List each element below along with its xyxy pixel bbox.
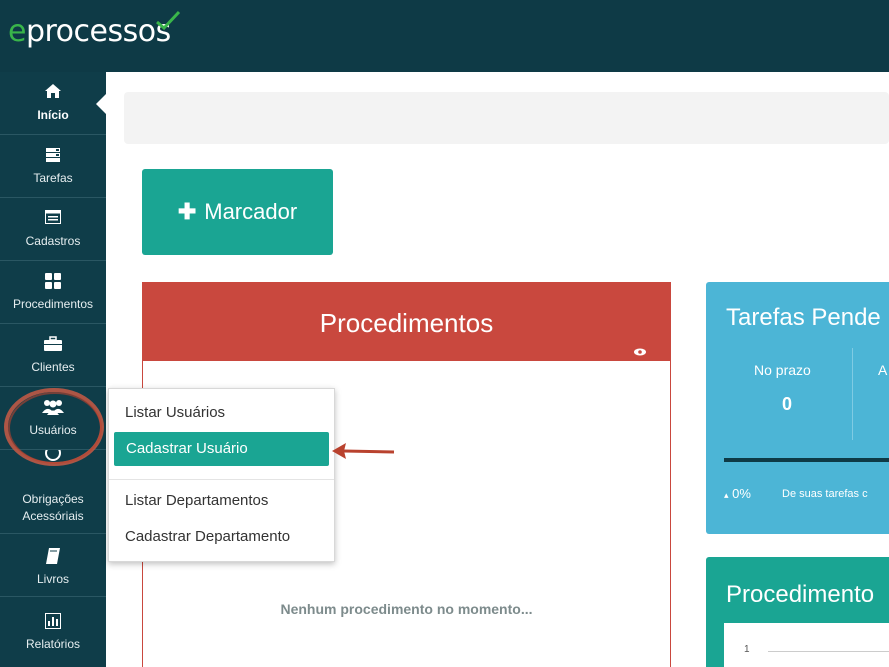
sidebar-item-label: Obrigações Acessóriais [22,492,84,523]
sidebar-item-inicio[interactable]: Início [0,72,106,135]
top-bar: eprocessos [0,0,889,72]
sidebar-item-label: Cadastros [25,234,81,248]
logo-prefix: e [8,14,26,49]
panel-header: Procedimentos [143,283,670,361]
sidebar-item-clientes[interactable]: Clientes [0,324,106,387]
procedimentos-chart-panel: Procedimento 1 [706,557,889,667]
home-icon [0,84,106,102]
list-icon [0,210,106,228]
tarefas-pendentes-panel: Tarefas Pende No prazo 0 A ▴ 0% De suas … [706,282,889,534]
add-marcador-button[interactable]: ✚ Marcador [142,169,333,255]
logo-check-icon [156,10,181,30]
no-prazo-value: 0 [782,394,793,414]
sidebar-item-tarefas[interactable]: Tarefas [0,135,106,198]
menu-item-listar-usuarios[interactable]: Listar Usuários [125,404,225,421]
active-indicator [96,94,106,114]
sidebar-item-label: Tarefas [33,171,73,185]
percent-indicator: ▴ 0% [724,486,751,501]
usuarios-dropdown-menu: Listar Usuários Cadastrar Usuário Listar… [108,388,335,562]
menu-item-cadastrar-departamento[interactable]: Cadastrar Departamento [125,528,290,545]
caret-up-icon: ▴ [724,490,729,500]
annotation-arrow [332,443,395,459]
sidebar-item-cadastros[interactable]: Cadastros [0,198,106,261]
panel-title: Procedimento [726,581,875,608]
sidebar-item-label: Início [37,108,69,122]
second-column-label: A [878,362,888,378]
briefcase-icon [0,336,106,354]
book-icon [0,548,106,566]
percent-value: 0% [732,486,751,501]
sidebar-item-procedimentos[interactable]: Procedimentos [0,261,106,324]
chart-tick-label: 1 [744,644,750,655]
sidebar-item-label: Clientes [31,360,75,374]
empty-state-text: Nenhum procedimento no momento... [280,601,533,617]
app-logo[interactable]: eprocessos [8,10,181,49]
sidebar-item-label: Livros [36,572,69,586]
panel-title: Tarefas Pende [726,304,881,331]
progress-bar [724,458,889,462]
sidebar-item-relatorios[interactable]: Relatórios [0,597,106,660]
sidebar-item-livros[interactable]: Livros [0,534,106,597]
annotation-circle [4,388,104,466]
plus-icon: ✚ [177,199,197,224]
no-prazo-label: No prazo [754,362,811,378]
marcador-label: Marcador [204,199,298,224]
breadcrumb-bar [124,92,889,144]
menu-divider [109,479,334,480]
tasks-icon [0,147,106,165]
eye-icon[interactable] [634,307,646,387]
percent-description: De suas tarefas c [782,488,868,500]
menu-item-cadastrar-usuario[interactable]: Cadastrar Usuário [114,432,329,466]
sidebar-item-label: Relatórios [25,637,81,651]
menu-item-listar-departamentos[interactable]: Listar Departamentos [125,492,268,509]
sidebar-item-label: Procedimentos [12,297,94,311]
divider [852,348,853,440]
logo-text: processos [25,14,171,49]
panel-title: Procedimentos [319,308,494,338]
sidebar: Início Tarefas Cadastros Procedimentos C… [0,72,106,667]
chart-icon [0,613,106,631]
grid-icon [0,273,106,291]
chart-gridline [768,651,889,652]
